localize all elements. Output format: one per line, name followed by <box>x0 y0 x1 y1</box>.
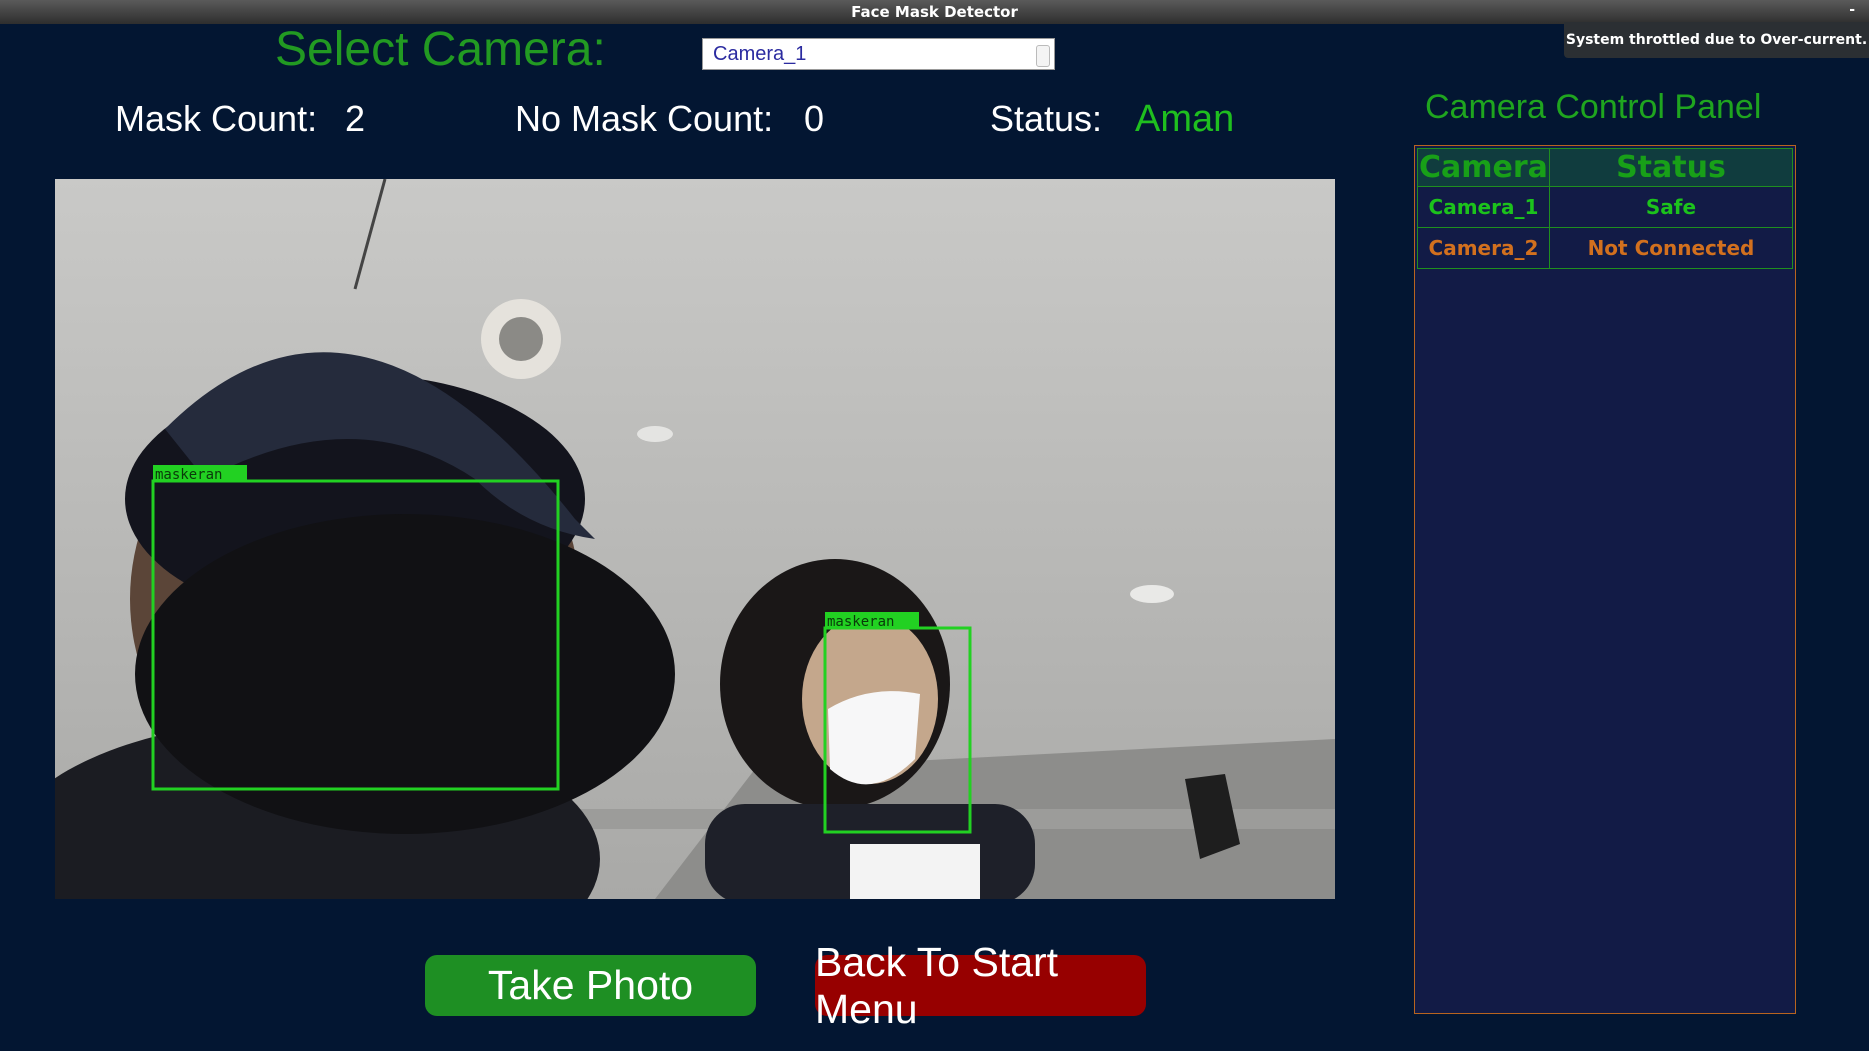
detection-label: maskeran <box>827 614 894 630</box>
select-camera-label: Select Camera: <box>275 23 606 76</box>
table-row[interactable]: Camera_1 Safe <box>1417 186 1794 228</box>
mask-count-label: Mask Count: <box>115 98 318 139</box>
mask-count-value: 2 <box>345 98 366 139</box>
camera-control-panel-title: Camera Control Panel <box>1425 88 1762 126</box>
status-value: Aman <box>1135 98 1235 140</box>
dropdown-arrow-icon[interactable] <box>1036 45 1050 67</box>
minimize-icon[interactable]: - <box>1849 2 1855 18</box>
back-to-start-menu-button[interactable]: Back To Start Menu <box>815 939 1146 1032</box>
camera-cell: Camera_1 <box>1417 186 1550 228</box>
no-mask-count-label: No Mask Count: <box>515 98 774 139</box>
camera-feed: maskeran maskeran <box>55 179 1335 899</box>
table-row[interactable]: Camera_2 Not Connected <box>1417 227 1794 269</box>
camera-status-table: Camera Status Camera_1 Safe Camera_2 Not… <box>1417 148 1794 269</box>
camera-control-panel: Camera Status Camera_1 Safe Camera_2 Not… <box>1414 145 1796 1014</box>
take-photo-button[interactable]: Take Photo <box>425 955 756 1016</box>
camera-feed-image: maskeran maskeran <box>55 179 1335 899</box>
window-title: Face Mask Detector <box>851 3 1018 21</box>
detection-label: maskeran <box>155 467 222 483</box>
camera-dropdown-value: Camera_1 <box>713 43 807 65</box>
camera-dropdown[interactable]: Camera_1 <box>702 38 1055 70</box>
status-cell: Safe <box>1548 186 1794 228</box>
camera-cell: Camera_2 <box>1417 227 1550 269</box>
status-column-header: Status <box>1548 148 1794 187</box>
status-cell: Not Connected <box>1548 227 1794 269</box>
no-mask-count-value: 0 <box>804 98 825 139</box>
throttle-notification: System throttled due to Over-current. <box>1564 22 1869 58</box>
status-label: Status: <box>990 98 1103 139</box>
camera-column-header: Camera <box>1417 148 1550 187</box>
window-titlebar: Face Mask Detector - <box>0 0 1869 24</box>
